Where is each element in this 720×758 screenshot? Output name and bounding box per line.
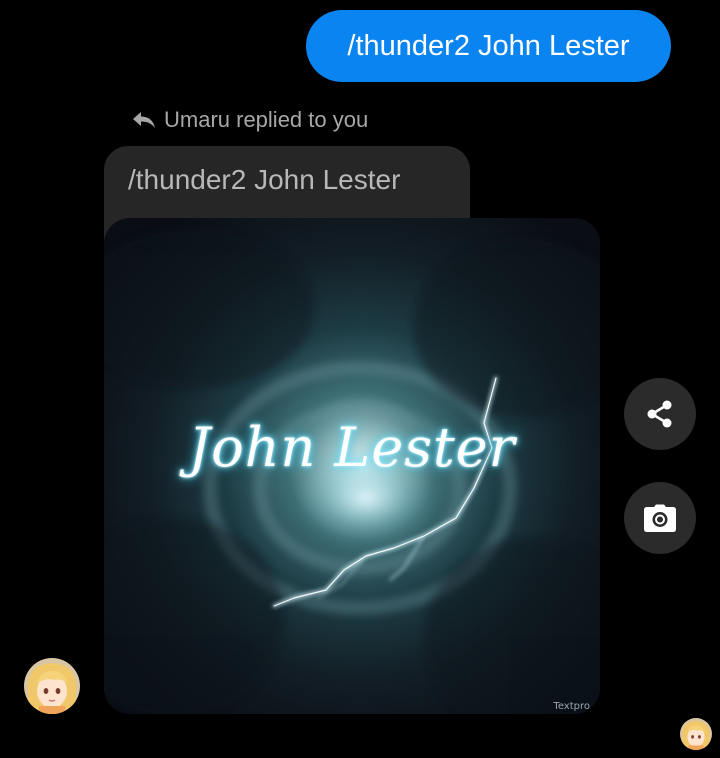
reply-indicator: Umaru replied to you <box>132 104 368 136</box>
read-receipt-avatar <box>680 718 712 750</box>
image-title-text: John Lester <box>188 416 516 479</box>
share-icon <box>647 400 672 428</box>
read-receipt-avatar-image <box>680 718 712 750</box>
reply-label-text: Umaru replied to you <box>164 107 369 132</box>
sent-message-bubble[interactable]: /thunder2 John Lester <box>306 10 671 82</box>
image-watermark: Textpro <box>553 701 590 712</box>
save-photo-button[interactable] <box>624 482 696 554</box>
camera-icon <box>644 504 676 532</box>
reply-arrow-icon <box>133 112 155 128</box>
sender-avatar[interactable] <box>24 658 80 714</box>
share-button[interactable] <box>624 378 696 450</box>
avatar-image <box>24 658 80 714</box>
reply-image-attachment[interactable]: John Lester Textpro <box>104 218 600 714</box>
sent-message-text: /thunder2 John Lester <box>347 30 630 62</box>
quoted-message-text: /thunder2 John Lester <box>128 164 401 195</box>
